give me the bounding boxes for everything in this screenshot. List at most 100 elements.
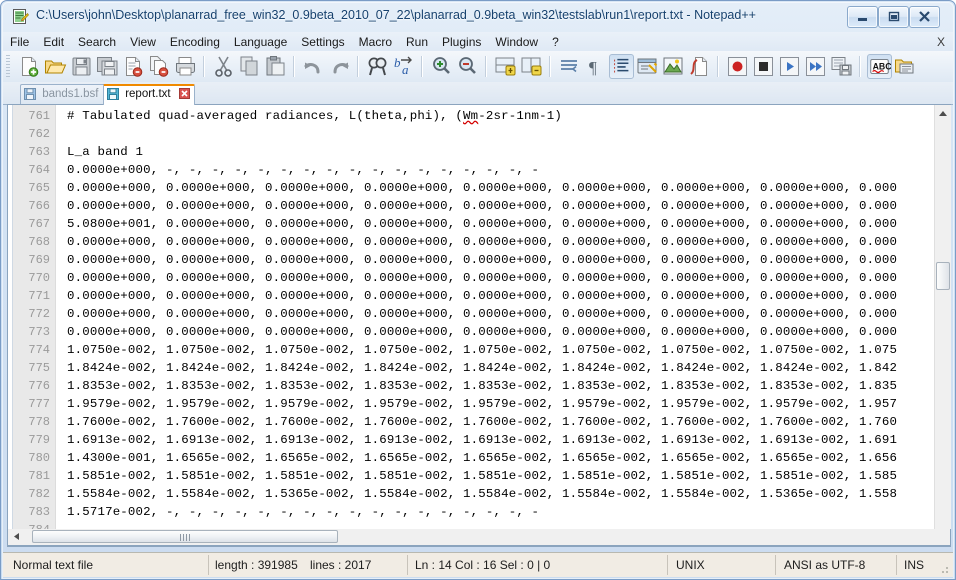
menu-item-file[interactable]: File [3,32,36,51]
word-wrap-icon[interactable] [557,54,582,79]
zoom-out-icon[interactable] [455,54,480,79]
replace-icon[interactable]: b a [391,54,416,79]
code-text[interactable]: # Tabulated quad-averaged radiances, L(t… [67,105,934,546]
code-line: L_a band 1 [67,145,144,159]
function-list-icon[interactable] [687,54,712,79]
vertical-scrollbar[interactable] [934,105,951,546]
line-number: 773 [28,325,50,339]
code-line: 0.0000e+000, 0.0000e+000, 0.0000e+000, 0… [67,181,898,195]
scroll-left-arrow-icon[interactable] [8,529,25,544]
document-map-icon[interactable] [893,54,918,79]
code-line: 1.9579e-002, 1.9579e-002, 1.9579e-002, 1… [67,397,898,411]
line-number: 774 [28,343,50,357]
code-folding-margin[interactable] [56,105,67,546]
spell-check-icon[interactable]: ABC [867,54,892,79]
status-insert-mode: INS [904,558,925,572]
menu-item-run[interactable]: Run [399,32,435,51]
toolbar-separator [293,56,294,77]
save-macro-icon[interactable] [829,54,854,79]
invisible-characters-icon[interactable]: ¶ [583,54,608,79]
cut-icon[interactable] [211,54,236,79]
close-file-icon[interactable] [121,54,146,79]
menu-item-macro[interactable]: Macro [352,32,399,51]
line-number: 775 [28,361,50,375]
save-icon[interactable] [69,54,94,79]
toolbar-separator [717,56,718,77]
menu-item-help[interactable]: ? [545,32,566,51]
floppy-disk-icon [107,88,119,106]
toolbar-separator [549,56,550,77]
line-number: 781 [28,469,50,483]
window-frame: C:\Users\john\Desktop\planarrad_free_win… [2,2,954,579]
toolbar: b a ¶ ABC [3,51,953,83]
redo-icon[interactable] [327,54,352,79]
menu-item-encoding[interactable]: Encoding [163,32,227,51]
tab-label: bands1.bsf [42,88,99,100]
open-file-icon[interactable] [43,54,68,79]
copy-icon[interactable] [237,54,262,79]
tab-bar: bands1.bsf report.txt [3,82,953,105]
close-button[interactable] [909,6,940,28]
record-macro-icon[interactable] [725,54,750,79]
toolbar-grip[interactable] [6,55,10,78]
notepadpp-app-icon [12,8,29,25]
menu-item-window[interactable]: Window [488,32,545,51]
code-line: 1.8424e-002, 1.8424e-002, 1.8424e-002, 1… [67,361,898,375]
horizontal-scrollbar[interactable] [7,529,951,546]
code-line: 1.4300e-001, 1.6565e-002, 1.6565e-002, 1… [67,451,898,465]
sync-horizontal-scroll-icon[interactable] [519,54,544,79]
horizontal-scrollbar-thumb[interactable] [32,530,338,543]
zoom-in-icon[interactable] [429,54,454,79]
scroll-up-arrow-icon[interactable] [935,105,951,122]
user-defined-dialog-icon[interactable] [635,54,660,79]
resize-grip[interactable] [938,563,950,575]
show-all-characters-icon[interactable] [661,54,686,79]
restore-button[interactable] [878,6,909,28]
stop-recording-icon[interactable] [751,54,776,79]
play-macro-icon[interactable] [777,54,802,79]
menu-item-plugins[interactable]: Plugins [435,32,488,51]
line-number: 764 [28,163,50,177]
menu-item-language[interactable]: Language [227,32,294,51]
menu-bar: File Edit Search View Encoding Language … [3,32,953,51]
line-number: 782 [28,487,50,501]
line-number: 761 [28,109,50,123]
menu-item-edit[interactable]: Edit [36,32,71,51]
tab-close-icon[interactable] [178,88,190,105]
line-number: 765 [28,181,50,195]
menu-item-search[interactable]: Search [71,32,123,51]
code-line: 0.0000e+000, 0.0000e+000, 0.0000e+000, 0… [67,271,898,285]
find-icon[interactable] [365,54,390,79]
title-bar[interactable]: C:\Users\john\Desktop\planarrad_free_win… [2,2,954,32]
vertical-scrollbar-thumb[interactable] [936,262,950,290]
status-eol-format: UNIX [676,558,705,572]
line-number: 768 [28,235,50,249]
line-number: 766 [28,199,50,213]
close-all-files-icon[interactable] [147,54,172,79]
scrollbar-grip [180,534,190,541]
status-divider [667,555,668,575]
code-line: 0.0000e+000, -, -, -, -, -, -, -, -, -, … [67,163,540,177]
tab-report-txt[interactable]: report.txt [103,84,195,105]
notepadpp-window: C:\Users\john\Desktop\planarrad_free_win… [0,0,956,580]
tab-label: report.txt [125,88,171,100]
new-file-icon[interactable] [17,54,42,79]
menu-item-view[interactable]: View [123,32,163,51]
line-number: 767 [28,217,50,231]
code-line: 0.0000e+000, 0.0000e+000, 0.0000e+000, 0… [67,307,898,321]
status-divider [775,555,776,575]
code-line: 1.6913e-002, 1.6913e-002, 1.6913e-002, 1… [67,433,898,447]
save-all-icon[interactable] [95,54,120,79]
status-line-count: lines : 2017 [310,558,372,572]
paste-icon[interactable] [263,54,288,79]
print-icon[interactable] [173,54,198,79]
sync-vertical-scroll-icon[interactable] [493,54,518,79]
menu-item-settings[interactable]: Settings [294,32,351,51]
editor-area[interactable]: 761 762 763 764 765 766 767 768 769 770 … [7,104,951,547]
run-macro-multiple-icon[interactable] [803,54,828,79]
close-document-button[interactable]: X [937,34,945,50]
undo-icon[interactable] [301,54,326,79]
indent-guide-icon[interactable] [609,54,634,79]
minimize-button[interactable] [847,6,878,28]
status-encoding: ANSI as UTF-8 [784,558,866,572]
